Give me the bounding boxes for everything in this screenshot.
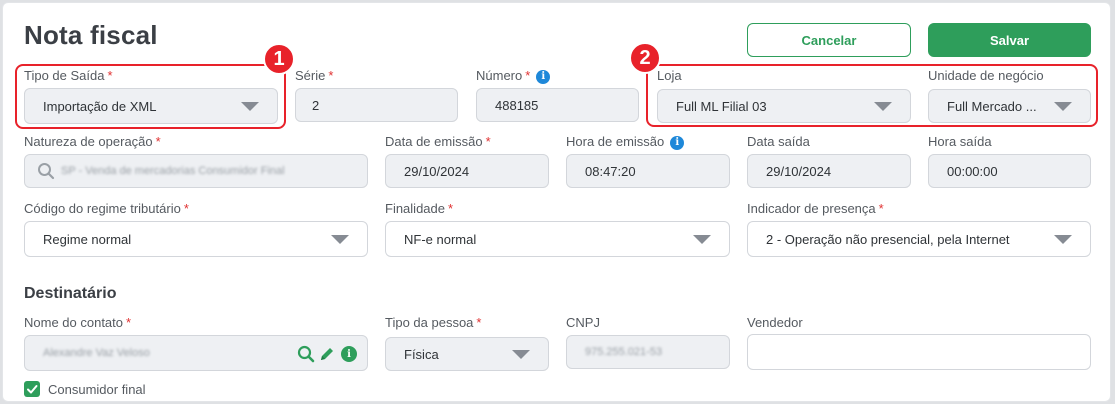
chevron-down-icon (1054, 235, 1072, 244)
checkmark-icon (27, 385, 38, 394)
vendedor-input[interactable] (747, 334, 1091, 370)
unidade-negocio-label: Unidade de negócio (928, 68, 1044, 83)
chevron-down-icon (512, 350, 530, 359)
hora-saida-input[interactable]: 00:00:00 (928, 154, 1091, 188)
vendedor-label: Vendedor (747, 315, 803, 330)
nome-contato-input[interactable]: Alexandre Vaz Veloso i (24, 335, 368, 371)
search-icon (38, 163, 55, 180)
serie-value: 2 (312, 97, 320, 113)
consumidor-final-label: Consumidor final (48, 382, 146, 397)
numero-label: Número * i (476, 68, 551, 84)
pencil-icon[interactable] (318, 345, 336, 363)
data-saida-label: Data saída (747, 134, 810, 149)
page-title: Nota fiscal (24, 20, 158, 50)
hora-emissao-input[interactable]: 08:47:20 (566, 154, 730, 188)
tipo-saida-label: Tipo de Saída * (24, 68, 113, 83)
regime-tributario-label: Código do regime tributário * (24, 201, 189, 216)
info-icon[interactable]: i (341, 346, 357, 362)
regime-tributario-select[interactable]: Regime normal (24, 221, 368, 257)
hora-emissao-value: 08:47:20 (585, 163, 636, 179)
regime-tributario-value: Regime normal (43, 231, 132, 247)
tipo-pessoa-select[interactable]: Física (385, 337, 549, 371)
tipo-pessoa-value: Física (404, 346, 439, 362)
info-icon[interactable]: i (670, 135, 685, 150)
chevron-down-icon (241, 102, 259, 111)
data-saida-value: 29/10/2024 (766, 163, 832, 179)
data-emissao-input[interactable]: 29/10/2024 (385, 154, 549, 188)
consumidor-final-checkbox[interactable] (24, 381, 40, 397)
save-button[interactable]: Salvar (928, 23, 1091, 57)
nome-contato-label: Nome do contato * (24, 315, 132, 330)
data-emissao-value: 29/10/2024 (404, 163, 470, 179)
unidade-negocio-value: Full Mercado ... (947, 98, 1037, 114)
natureza-operacao-search[interactable]: SP - Venda de mercadorias Consumidor Fin… (24, 154, 368, 188)
natureza-operacao-value: SP - Venda de mercadorias Consumidor Fin… (61, 165, 285, 177)
numero-input[interactable]: 488185 (476, 88, 639, 122)
loja-value: Full ML Filial 03 (676, 98, 767, 114)
info-icon[interactable]: i (536, 69, 551, 84)
hora-emissao-label: Hora de emissão i (566, 134, 685, 150)
numero-value: 488185 (495, 97, 539, 113)
data-saida-input[interactable]: 29/10/2024 (747, 154, 911, 188)
annotation-badge-1: 1 (263, 43, 295, 75)
tipo-saida-value: Importação de XML (43, 98, 157, 114)
data-emissao-label: Data de emissão * (385, 134, 491, 149)
search-icon[interactable] (297, 345, 315, 363)
indicador-presenca-label: Indicador de presença * (747, 201, 884, 216)
cnpj-label: CNPJ (566, 315, 600, 330)
unidade-negocio-select[interactable]: Full Mercado ... (928, 89, 1091, 123)
tipo-pessoa-label: Tipo da pessoa * (385, 315, 482, 330)
tipo-saida-select[interactable]: Importação de XML (24, 88, 278, 124)
chevron-down-icon (331, 235, 349, 244)
serie-label: Série * (295, 68, 334, 83)
hora-saida-value: 00:00:00 (947, 163, 998, 179)
nome-contato-value: Alexandre Vaz Veloso (43, 347, 150, 359)
indicador-presenca-value: 2 - Operação não presencial, pela Intern… (766, 231, 1010, 247)
destinatario-section-title: Destinatário (24, 285, 117, 302)
chevron-down-icon (693, 235, 711, 244)
serie-input[interactable]: 2 (295, 88, 458, 122)
loja-label: Loja (657, 68, 682, 83)
loja-select[interactable]: Full ML Filial 03 (657, 89, 911, 123)
cnpj-value: 975.255.021-53 (585, 346, 663, 358)
finalidade-select[interactable]: NF-e normal (385, 221, 730, 257)
indicador-presenca-select[interactable]: 2 - Operação não presencial, pela Intern… (747, 221, 1091, 257)
finalidade-value: NF-e normal (404, 231, 477, 247)
cancel-button[interactable]: Cancelar (747, 23, 911, 57)
chevron-down-icon (874, 102, 892, 111)
finalidade-label: Finalidade * (385, 201, 454, 216)
natureza-operacao-label: Natureza de operação * (24, 134, 161, 149)
hora-saida-label: Hora saída (928, 134, 992, 149)
cnpj-input[interactable]: 975.255.021-53 (566, 335, 730, 369)
chevron-down-icon (1054, 102, 1072, 111)
